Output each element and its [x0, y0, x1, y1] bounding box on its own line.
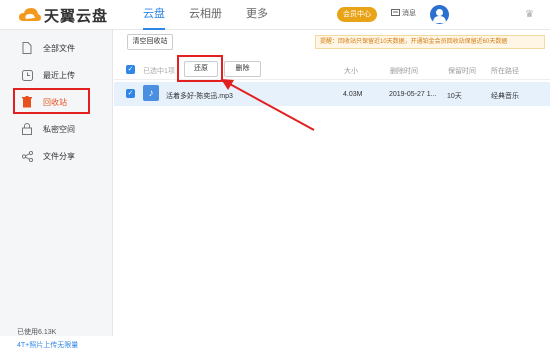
- sidebar-item-label: 私密空间: [43, 124, 75, 134]
- crown-icon[interactable]: ♛: [525, 9, 534, 20]
- file-name[interactable]: 活着多好-陈奕迅.mp3: [166, 91, 233, 101]
- app-name: 天翼云盘: [44, 7, 109, 25]
- vip-center-button[interactable]: 会员中心: [337, 7, 377, 22]
- music-file-icon: ♪: [143, 85, 159, 101]
- delete-button[interactable]: 删除: [224, 61, 261, 77]
- column-deleted-time[interactable]: 删除时间: [390, 66, 418, 76]
- clear-recycle-bin-button[interactable]: 清空回收站: [127, 34, 173, 50]
- selected-count: 已选中1项: [143, 68, 175, 75]
- file-size: 4.03M: [343, 91, 363, 98]
- sidebar-item-label: 全部文件: [43, 43, 75, 53]
- retention-notice: 提醒：回收站只保留近10天数据，开通铂金会员回收站保留近60天数据: [315, 35, 545, 49]
- app-logo[interactable]: 天翼云盘: [18, 4, 108, 26]
- message-button[interactable]: 消息: [391, 8, 416, 18]
- sidebar-item-all-files[interactable]: 全部文件: [0, 37, 113, 59]
- column-keep-time[interactable]: 保留时间: [448, 66, 476, 76]
- message-label: 消息: [402, 10, 416, 17]
- message-icon: [391, 9, 400, 16]
- sidebar-item-private-space[interactable]: 私密空间: [0, 118, 113, 140]
- clock-icon: [21, 69, 33, 81]
- file-icon: [21, 42, 33, 54]
- column-path[interactable]: 所在路径: [491, 66, 519, 76]
- tab-more[interactable]: 更多: [246, 0, 268, 30]
- deleted-time: 2019-05-27 1...: [389, 91, 437, 98]
- sidebar-item-file-share[interactable]: 文件分享: [0, 145, 113, 167]
- sidebar-item-label: 最近上传: [43, 70, 75, 80]
- upgrade-link[interactable]: 4T+照片上传无限量: [17, 340, 78, 350]
- column-size[interactable]: 大小: [344, 66, 358, 76]
- tab-cloud-disk[interactable]: 云盘: [143, 0, 165, 30]
- user-icon: [433, 9, 446, 23]
- highlight-box-restore: [177, 55, 223, 82]
- share-icon: [21, 150, 33, 162]
- sidebar: 全部文件 最近上传 回收站 私密空间 文件分享 已使用6.13K 4T+照片上传…: [0, 30, 113, 349]
- keep-time: 10天: [447, 93, 462, 100]
- tab-cloud-album[interactable]: 云相册: [189, 0, 222, 30]
- lock-icon: [21, 123, 33, 135]
- highlight-box-recycle-bin: [13, 88, 90, 114]
- row-checkbox[interactable]: ✓: [126, 89, 135, 98]
- main-nav: 云盘 云相册 更多: [143, 0, 292, 30]
- sidebar-item-label: 文件分享: [43, 151, 75, 161]
- file-path: 经典音乐: [491, 93, 519, 100]
- top-bar: 天翼云盘 云盘 云相册 更多 会员中心 消息 ♛: [0, 0, 550, 30]
- sidebar-item-recent-uploads[interactable]: 最近上传: [0, 64, 113, 86]
- cloud-logo-icon: [19, 8, 41, 21]
- select-all-checkbox[interactable]: ✓: [126, 65, 135, 74]
- avatar[interactable]: [430, 5, 449, 24]
